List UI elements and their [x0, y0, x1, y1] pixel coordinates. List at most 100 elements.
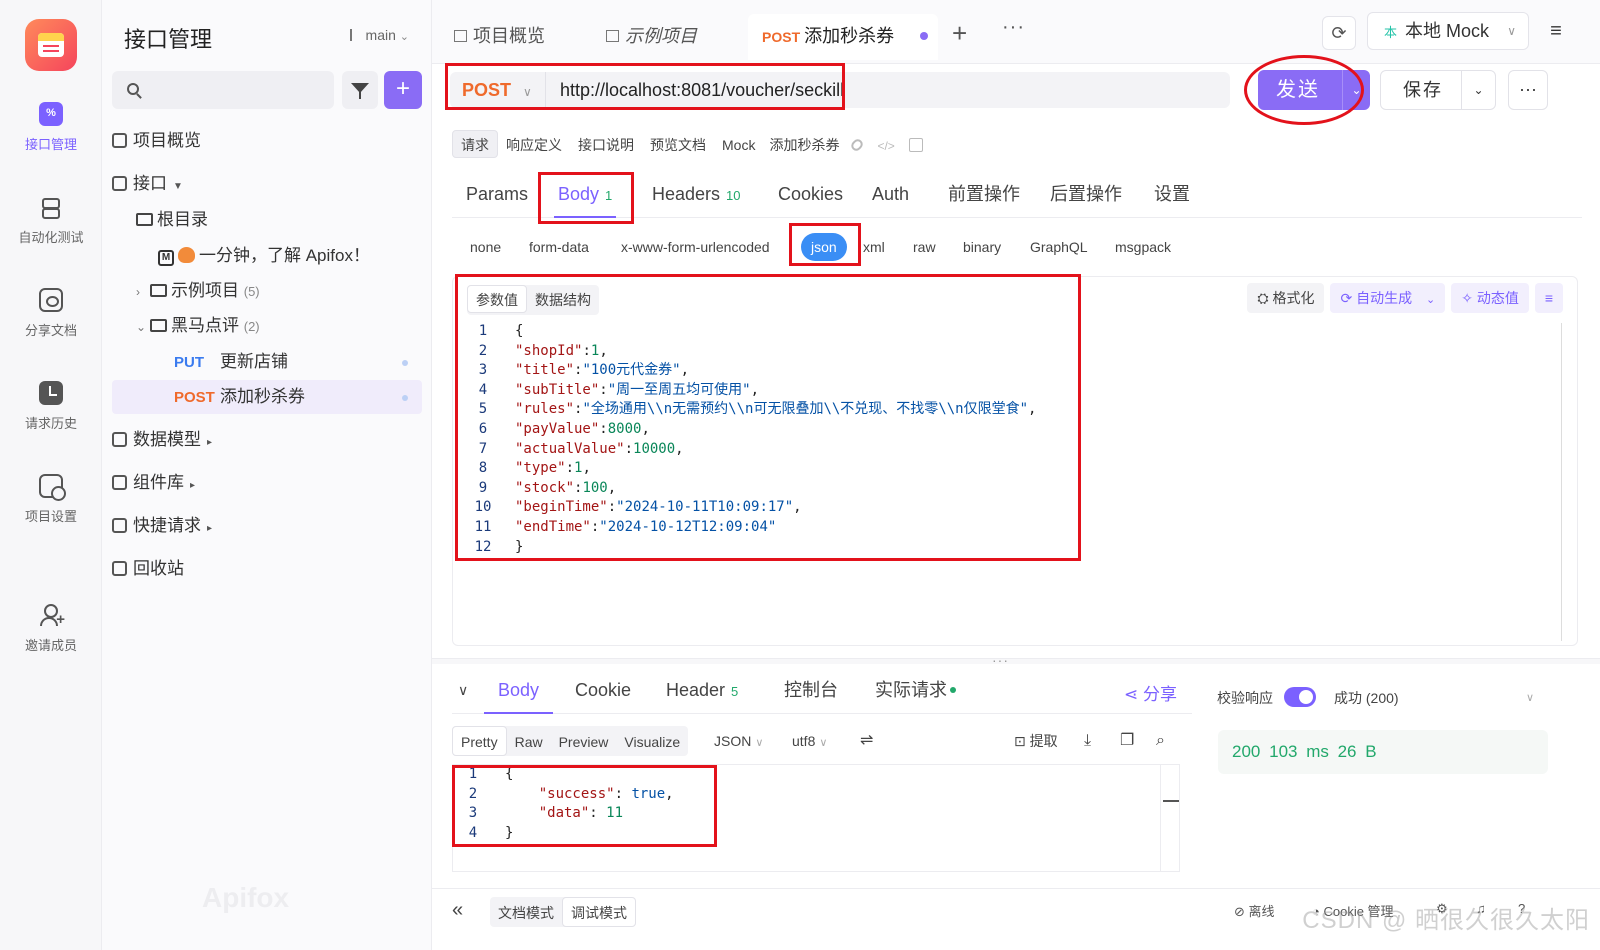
- res-tab-console[interactable]: 控制台: [784, 668, 838, 714]
- autogen-button[interactable]: ⟳ 自动生成 ⌄: [1330, 283, 1446, 313]
- tab-data-structure[interactable]: 数据结构: [527, 286, 599, 314]
- tab-settings[interactable]: 设置: [1154, 172, 1190, 218]
- tree-item-overview[interactable]: 项目概览: [112, 124, 422, 158]
- tab-example[interactable]: 示例项目: [584, 14, 744, 60]
- drag-handle-icon[interactable]: ···: [992, 652, 1009, 668]
- tree-item-data-model[interactable]: 数据模型 ▸: [112, 423, 422, 457]
- chevron-down-icon[interactable]: ⌄: [1426, 294, 1435, 306]
- rail-item-automation[interactable]: 自动化测试: [0, 195, 102, 246]
- body-type-none[interactable]: none: [470, 233, 501, 261]
- rail-item-settings[interactable]: 项目设置: [0, 474, 102, 525]
- more-tabs-button[interactable]: ···: [1002, 16, 1025, 39]
- tree-item-api[interactable]: 接口 ▼: [112, 167, 422, 201]
- panel-divider[interactable]: [432, 658, 1600, 664]
- chevron-down-icon[interactable]: ⌄: [1342, 70, 1370, 110]
- menu-button[interactable]: ≡: [1538, 14, 1574, 50]
- tab-headers[interactable]: Headers 10: [652, 172, 741, 218]
- body-type-binary[interactable]: binary: [963, 233, 1001, 261]
- body-type-xml[interactable]: xml: [863, 233, 885, 261]
- chevron-down-icon[interactable]: ⌄: [1461, 71, 1495, 109]
- editor-scrollbar[interactable]: [1561, 323, 1565, 641]
- validate-toggle[interactable]: [1284, 687, 1316, 707]
- method-select[interactable]: POST ∨: [450, 72, 546, 108]
- branch-selector[interactable]: main ⌄: [349, 27, 409, 43]
- tab-body[interactable]: Body 1: [554, 172, 617, 218]
- rail-item-api[interactable]: 接口管理: [0, 102, 102, 153]
- tab-param-values[interactable]: 参数值: [467, 285, 527, 313]
- view-preview[interactable]: Preview: [551, 727, 617, 757]
- copy-icon[interactable]: ❐: [1120, 726, 1134, 756]
- rail-item-invite[interactable]: 邀请成员: [0, 603, 102, 654]
- environment-select[interactable]: 本本地 Mock ∨: [1367, 12, 1529, 50]
- tree-folder-example[interactable]: › 示例项目 (5): [112, 274, 422, 308]
- result-select[interactable]: 成功 (200) ∨: [1334, 686, 1534, 710]
- dynamic-value-button[interactable]: ✧ 动态值: [1451, 283, 1529, 313]
- subtab-request[interactable]: 请求: [452, 130, 498, 158]
- view-visualize[interactable]: Visualize: [616, 727, 688, 757]
- subtab-api-desc[interactable]: 接口说明: [570, 131, 642, 159]
- body-type-urlencoded[interactable]: x-www-form-urlencoded: [621, 233, 770, 261]
- tab-params[interactable]: Params: [466, 172, 528, 218]
- new-tab-button[interactable]: +: [952, 18, 967, 49]
- save-button[interactable]: 保存 ⌄: [1380, 70, 1496, 110]
- tab-pre-ops[interactable]: 前置操作: [948, 172, 1020, 218]
- format-select[interactable]: JSON ∨: [714, 726, 763, 756]
- rail-item-share-doc[interactable]: 分享文档: [0, 288, 102, 339]
- add-button[interactable]: +: [384, 71, 422, 109]
- offline-status[interactable]: ⊘ 离线: [1234, 901, 1275, 920]
- more-actions-button[interactable]: ···: [1508, 70, 1548, 110]
- code-icon[interactable]: </>: [877, 139, 894, 153]
- view-raw[interactable]: Raw: [507, 727, 551, 757]
- res-tab-actual[interactable]: 实际请求: [875, 668, 956, 714]
- refresh-button[interactable]: ⟳: [1322, 16, 1356, 50]
- tree-folder-heima[interactable]: ⌄ 黑马点评 (2): [112, 309, 422, 343]
- body-type-raw[interactable]: raw: [913, 233, 936, 261]
- doc-mode-button[interactable]: 文档模式: [490, 898, 562, 928]
- debug-mode-button[interactable]: 调试模式: [562, 897, 636, 927]
- subtab-response-def[interactable]: 响应定义: [498, 131, 570, 159]
- res-tab-body[interactable]: Body: [484, 668, 554, 714]
- download-icon[interactable]: ⤓: [1084, 726, 1091, 756]
- body-type-msgpack[interactable]: msgpack: [1115, 233, 1171, 261]
- view-pretty[interactable]: Pretty: [452, 726, 507, 756]
- tree-folder-root[interactable]: 根目录: [112, 203, 422, 237]
- wrap-icon[interactable]: ≡: [1534, 283, 1563, 313]
- code-editor[interactable]: 1{2 "shopId":1, 3 "title":"100元代金券", 4 "subTi…: [463, 322, 1559, 557]
- encoding-select[interactable]: utf8 ∨: [792, 726, 827, 756]
- url-input[interactable]: http://localhost:8081/voucher/seckill: [560, 72, 844, 108]
- tree-search-input[interactable]: [112, 71, 334, 109]
- filter-button[interactable]: [342, 71, 378, 109]
- extract-button[interactable]: ⊡ 提取: [1014, 726, 1058, 756]
- res-tab-cookie[interactable]: Cookie: [575, 668, 631, 714]
- search-icon[interactable]: ⌕: [1156, 726, 1165, 756]
- tab-auth[interactable]: Auth: [872, 172, 909, 218]
- send-button[interactable]: 发送 ⌄: [1258, 70, 1370, 110]
- share-button[interactable]: ⋖ 分享: [1124, 680, 1177, 705]
- side-panel-icon[interactable]: [908, 138, 923, 152]
- res-tab-header[interactable]: Header 5: [666, 668, 738, 714]
- tree-item-quick-request[interactable]: 快捷请求 ▸: [112, 509, 422, 543]
- tab-cookies[interactable]: Cookies: [778, 172, 843, 218]
- tree-item-components[interactable]: 组件库 ▸: [112, 466, 422, 500]
- wrap-icon[interactable]: ⇌: [860, 726, 873, 756]
- rail-item-history[interactable]: 请求历史: [0, 381, 102, 432]
- subtab-mock[interactable]: Mock: [714, 131, 763, 159]
- tree-endpoint-post[interactable]: POST 添加秒杀券: [112, 380, 422, 414]
- app-logo[interactable]: [25, 19, 77, 71]
- tab-overview[interactable]: 项目概览: [432, 14, 582, 60]
- response-body[interactable]: 1{2 "success": true, 3 "data": 11 4}: [452, 764, 1180, 872]
- response-scrollbar[interactable]: [1160, 764, 1180, 872]
- tree-item-recycle[interactable]: 回收站: [112, 552, 422, 586]
- tree-doc-intro[interactable]: M 一分钟，了解 Apifox！: [112, 239, 422, 273]
- body-type-graphql[interactable]: GraphQL: [1030, 233, 1088, 261]
- tab-post-ops[interactable]: 后置操作: [1050, 172, 1122, 218]
- subtab-preview-doc[interactable]: 预览文档: [642, 131, 714, 159]
- collapse-sidebar-icon[interactable]: «: [452, 899, 463, 922]
- tab-seckill[interactable]: POST 添加秒杀券: [748, 14, 938, 60]
- body-type-json[interactable]: json: [801, 233, 847, 261]
- body-type-form-data[interactable]: form-data: [529, 233, 589, 261]
- format-button[interactable]: ⛭ 格式化: [1247, 283, 1325, 313]
- tree-endpoint-put[interactable]: PUT 更新店铺: [112, 345, 422, 379]
- link-icon[interactable]: [849, 137, 866, 153]
- collapse-response-icon[interactable]: ∨: [458, 668, 468, 714]
